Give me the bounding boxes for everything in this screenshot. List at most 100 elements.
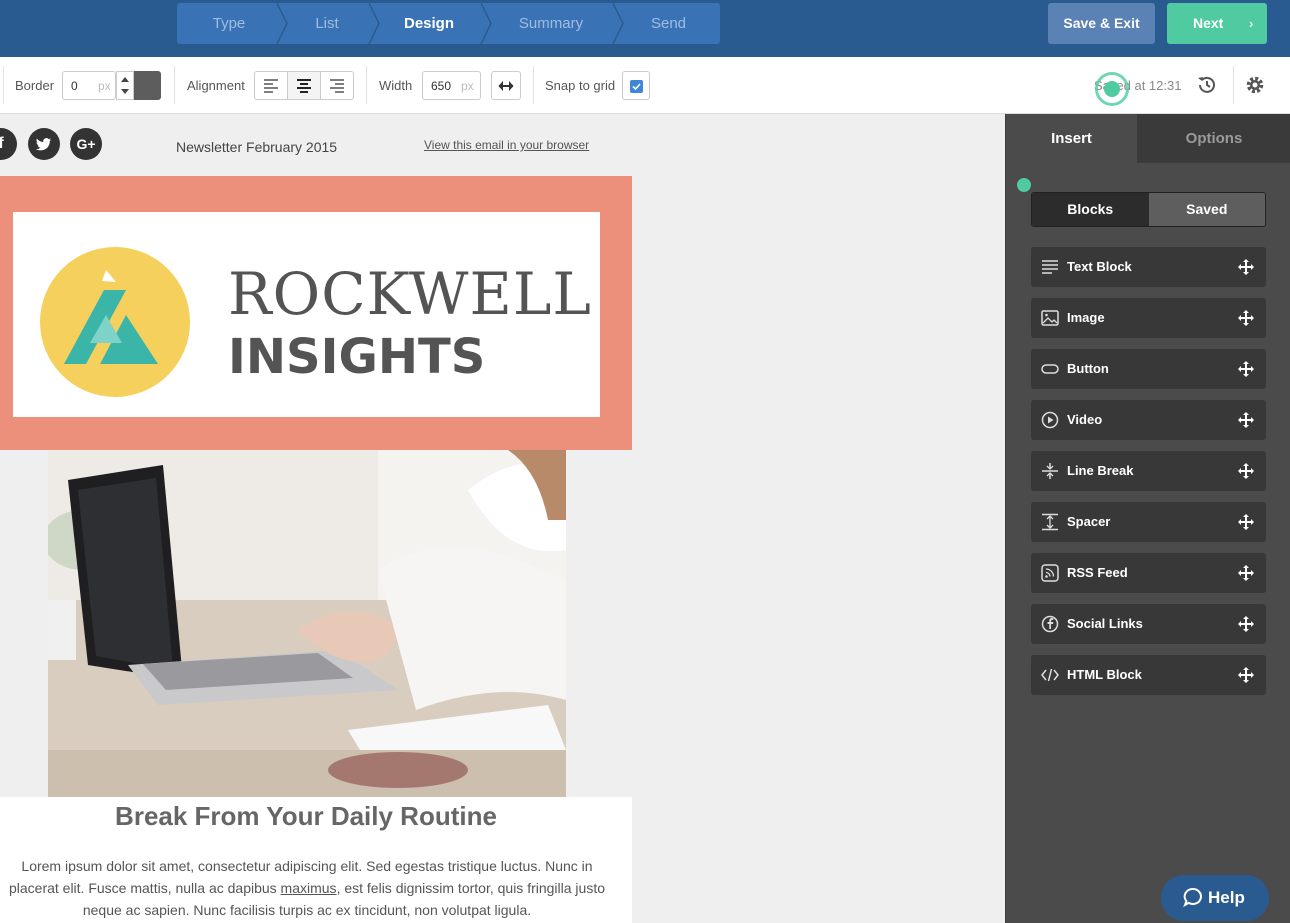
alignment-group <box>254 71 354 100</box>
block-item-text-block[interactable]: Text Block <box>1031 247 1266 287</box>
block-item-html-block[interactable]: HTML Block <box>1031 655 1266 695</box>
toolbar-divider <box>366 66 367 104</box>
caret-down-icon <box>121 89 129 94</box>
block-item-spacer[interactable]: Spacer <box>1031 502 1266 542</box>
block-item-social-links[interactable]: Social Links <box>1031 604 1266 644</box>
border-label: Border <box>15 78 55 93</box>
image-icon <box>1041 310 1059 326</box>
step-type[interactable]: Type <box>177 3 281 44</box>
toolbar-divider <box>174 66 175 104</box>
article-title: Break From Your Daily Routine <box>115 801 497 831</box>
align-left-button[interactable] <box>255 72 288 99</box>
align-right-button[interactable] <box>321 72 353 99</box>
facebook-icon[interactable]: f <box>0 128 17 160</box>
block-item-video[interactable]: Video <box>1031 400 1266 440</box>
chat-bubble-icon <box>1183 888 1202 907</box>
alignment-label: Alignment <box>187 78 245 93</box>
align-center-button[interactable] <box>288 72 321 99</box>
tab-options[interactable]: Options <box>1137 114 1290 163</box>
block-item-label: Button <box>1067 361 1109 376</box>
spacer-icon <box>1042 513 1058 531</box>
step-list[interactable]: List <box>281 3 373 44</box>
block-item-button[interactable]: Button <box>1031 349 1266 389</box>
saved-toggle-button[interactable]: Saved <box>1148 193 1265 226</box>
article-body: Lorem ipsum dolor sit amet, consectetur … <box>4 855 610 921</box>
block-item-rss-feed[interactable]: RSS Feed <box>1031 553 1266 593</box>
line-break-icon <box>1042 463 1058 479</box>
move-icon[interactable] <box>1238 565 1254 581</box>
full-width-button[interactable] <box>491 71 521 100</box>
block-item-label: HTML Block <box>1067 667 1142 682</box>
gear-icon[interactable] <box>1244 74 1266 96</box>
move-icon[interactable] <box>1238 310 1254 326</box>
block-item-label: Line Break <box>1067 463 1134 478</box>
block-item-image[interactable]: Image <box>1031 298 1266 338</box>
logo-word-rockwell: ROCKWELL <box>228 260 592 328</box>
move-icon[interactable] <box>1238 412 1254 428</box>
article-block[interactable]: Break From Your Daily Routine Lorem ipsu… <box>0 797 632 923</box>
tour-hotspot-dot[interactable] <box>1104 81 1120 97</box>
border-unit: px <box>98 79 111 93</box>
insert-panel: Insert Options Blocks Saved Text Block I… <box>1005 114 1290 923</box>
save-exit-button[interactable]: Save & Exit <box>1048 3 1155 44</box>
width-unit: px <box>461 79 474 93</box>
next-button[interactable]: Next › <box>1167 3 1267 44</box>
border-stepper[interactable] <box>116 71 134 100</box>
email-canvas: f G+ Newsletter February 2015 View this … <box>0 114 1005 923</box>
help-button-label: Help <box>1208 888 1245 907</box>
help-button[interactable]: Help <box>1161 875 1269 921</box>
block-item-label: Video <box>1067 412 1103 427</box>
block-item-label: Social Links <box>1067 616 1143 631</box>
blocks-saved-toggle: Blocks Saved <box>1031 192 1266 227</box>
border-color-swatch[interactable] <box>134 71 161 100</box>
chevron-right-icon: › <box>1249 16 1254 31</box>
block-item-label: Image <box>1067 310 1105 325</box>
toolbar-divider <box>3 66 4 104</box>
width-input[interactable]: 650 px <box>422 71 481 100</box>
move-icon[interactable] <box>1238 616 1254 632</box>
step-design[interactable]: Design <box>373 3 485 44</box>
move-icon[interactable] <box>1238 259 1254 275</box>
move-icon[interactable] <box>1238 361 1254 377</box>
border-width-value: 0 <box>71 79 78 93</box>
social-links-icon <box>1041 615 1059 633</box>
snap-to-grid-checkbox[interactable] <box>622 71 650 100</box>
photo-image <box>48 450 566 797</box>
step-send[interactable]: Send <box>617 3 720 44</box>
width-value: 650 <box>431 79 452 93</box>
border-width-input[interactable]: 0 px <box>62 71 116 100</box>
step-summary[interactable]: Summary <box>485 3 617 44</box>
logo-circle <box>40 247 190 397</box>
button-icon <box>1041 364 1059 374</box>
tour-hotspot-dot[interactable] <box>1017 178 1031 192</box>
laptop-photo[interactable] <box>48 450 566 797</box>
checkbox-checked-icon <box>630 80 643 93</box>
view-in-browser-link[interactable]: View this email in your browser <box>424 138 589 152</box>
align-right-icon <box>330 79 344 93</box>
rockwell-logo: ROCKWELL INSIGHTS <box>13 212 600 417</box>
newsletter-title: Newsletter February 2015 <box>176 139 338 155</box>
move-icon[interactable] <box>1238 667 1254 683</box>
snap-to-grid-label: Snap to grid <box>545 78 616 93</box>
blocks-toggle-button[interactable]: Blocks <box>1032 193 1149 226</box>
video-icon <box>1041 411 1059 429</box>
article-link[interactable]: maximus <box>281 880 337 896</box>
email-header-block[interactable]: ROCKWELL INSIGHTS <box>0 176 632 450</box>
wizard-steps: Type List Design Summary Send <box>177 3 720 44</box>
twitter-icon[interactable] <box>28 128 60 160</box>
block-item-line-break[interactable]: Line Break <box>1031 451 1266 491</box>
move-icon[interactable] <box>1238 514 1254 530</box>
toolbar-divider <box>1233 66 1234 104</box>
caret-up-icon <box>121 77 129 82</box>
block-item-label: Spacer <box>1067 514 1111 529</box>
top-bar: Type List Design Summary Send Save & Exi… <box>0 0 1290 57</box>
align-left-icon <box>264 79 278 93</box>
expand-horizontal-icon <box>498 81 514 91</box>
google-plus-icon[interactable]: G+ <box>70 128 102 160</box>
width-label: Width <box>379 78 413 93</box>
move-icon[interactable] <box>1238 463 1254 479</box>
align-center-icon <box>297 79 311 93</box>
tab-insert[interactable]: Insert <box>1006 114 1137 163</box>
history-icon[interactable] <box>1196 74 1218 96</box>
next-button-label: Next <box>1193 15 1224 31</box>
